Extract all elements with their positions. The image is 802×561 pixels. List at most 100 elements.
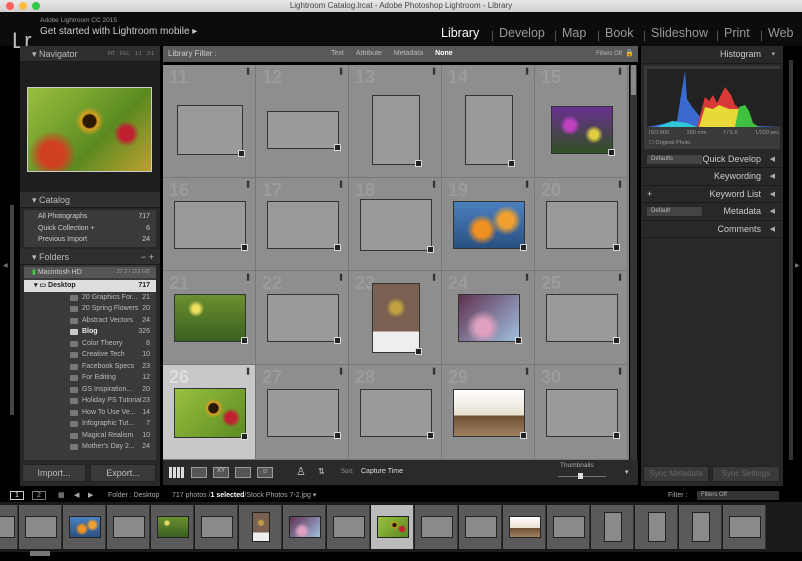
folder-item[interactable]: Creative Tech 10 — [24, 349, 156, 361]
filmstrip-thumbnail[interactable] — [327, 505, 370, 549]
main-window-button[interactable]: 1 — [10, 491, 24, 500]
grid-cell[interactable]: 12 ❚ — [256, 65, 349, 178]
module-develop[interactable]: Develop — [499, 26, 545, 40]
folder-source[interactable]: Folder : Desktop — [108, 489, 159, 502]
filmstrip-thumbnail[interactable] — [723, 505, 766, 549]
grid-cell[interactable]: 23 ❚ — [349, 271, 442, 365]
zoom-1[interactable]: FILL — [120, 51, 130, 57]
edit-badge-icon[interactable] — [333, 243, 341, 251]
folder-item[interactable]: Facebook Specs 23 — [24, 361, 156, 373]
flag-icon[interactable]: ❚ — [524, 67, 530, 75]
edit-badge-icon[interactable] — [612, 431, 620, 439]
edit-badge-icon[interactable] — [612, 337, 620, 344]
grid-scrollbar[interactable] — [630, 65, 637, 460]
filmstrip-thumbnail[interactable] — [283, 505, 326, 549]
section-metadata[interactable]: Default Metadata ◀ — [641, 203, 783, 221]
photo-thumbnail[interactable] — [550, 105, 613, 154]
flag-icon[interactable]: ❚ — [524, 367, 530, 375]
edit-badge-icon[interactable] — [507, 159, 515, 167]
section-comments[interactable]: Comments ◀ — [641, 221, 783, 238]
folder-item[interactable]: Color Theory 8 — [24, 338, 156, 350]
right-panel-toggle-icon[interactable]: ▶ — [795, 262, 800, 269]
grid-cell[interactable]: 25 ❚ — [535, 271, 628, 365]
flag-icon[interactable]: ❚ — [245, 273, 251, 281]
photo-placeholder[interactable] — [545, 294, 618, 342]
grid-cell[interactable]: 19 ❚ — [442, 178, 535, 271]
sync-metadata-button[interactable]: Sync Metadata — [643, 466, 709, 482]
folder-item[interactable]: Magical Realism 10 — [24, 430, 156, 442]
add-keyword-icon[interactable]: + — [647, 186, 652, 204]
edit-badge-icon[interactable] — [426, 245, 434, 253]
collapse-icon[interactable]: ◀ — [770, 186, 775, 204]
catalog-item[interactable]: Quick Collection + 6 — [24, 223, 156, 235]
left-scrollbar[interactable] — [10, 205, 14, 415]
grid-cell[interactable]: 21 ❚ — [163, 271, 256, 365]
grid-cell[interactable]: 18 ❚ — [349, 178, 442, 271]
filmstrip-thumbnail[interactable] — [547, 505, 590, 549]
photo-placeholder[interactable] — [359, 388, 432, 437]
photo-placeholder[interactable] — [266, 294, 339, 342]
export-button[interactable]: Export... — [90, 464, 156, 482]
section-quick-develop[interactable]: Defaults Quick Develop ◀ — [641, 151, 783, 168]
flag-icon[interactable]: ❚ — [617, 367, 623, 375]
flag-icon[interactable]: ❚ — [245, 67, 251, 75]
grid-cell[interactable]: 20 ❚ — [535, 178, 628, 271]
folder-item[interactable]: How To Use Ve... 14 — [24, 407, 156, 419]
close-button[interactable] — [6, 2, 14, 10]
flag-icon[interactable]: ❚ — [431, 367, 437, 375]
people-view-icon[interactable]: ☺ — [257, 467, 273, 478]
edit-badge-icon[interactable] — [612, 243, 620, 251]
flag-icon[interactable]: ❚ — [431, 67, 437, 75]
photo-thumbnail[interactable] — [371, 283, 420, 353]
flag-icon[interactable]: ❚ — [617, 180, 623, 188]
photo-thumbnail[interactable] — [173, 387, 246, 438]
second-window-button[interactable]: 2 — [32, 491, 46, 500]
filter-none[interactable]: None — [435, 50, 453, 57]
flag-icon[interactable]: ❚ — [338, 180, 344, 188]
sort-direction-icon[interactable]: ⇅ — [318, 467, 325, 476]
edit-badge-icon[interactable] — [426, 431, 434, 439]
photo-thumbnail[interactable] — [173, 294, 246, 342]
module-web[interactable]: Web — [768, 26, 793, 40]
zoom-0[interactable]: FIT — [108, 51, 116, 57]
filmstrip-filter-select[interactable]: Filters Off — [697, 491, 779, 500]
photo-placeholder[interactable] — [176, 104, 243, 155]
folder-item[interactable]: Mother's Day 2... 24 — [24, 441, 156, 453]
edit-badge-icon[interactable] — [514, 337, 522, 344]
flag-icon[interactable]: ❚ — [245, 367, 251, 375]
filmstrip-thumbnail[interactable] — [415, 505, 458, 549]
edit-badge-icon[interactable] — [237, 149, 245, 157]
filmstrip-thumbnail[interactable] — [239, 505, 282, 549]
flag-icon[interactable]: ❚ — [338, 367, 344, 375]
loupe-view-icon[interactable] — [191, 467, 207, 478]
preset-select[interactable]: Default — [647, 207, 702, 216]
add-folder-icon[interactable]: − + — [141, 249, 154, 264]
edit-badge-icon[interactable] — [414, 348, 422, 355]
grid-cell[interactable]: 24 ❚ — [442, 271, 535, 365]
toolbar-menu-icon[interactable]: ▾ — [625, 468, 629, 476]
flag-icon[interactable]: ❚ — [338, 273, 344, 281]
filter-attribute[interactable]: Attribute — [356, 50, 382, 57]
filmstrip-thumbnail[interactable] — [679, 505, 722, 549]
grid-cell[interactable]: 28 ❚ — [349, 365, 442, 460]
grid-view-icon[interactable]: ▦ — [58, 489, 65, 502]
edit-badge-icon[interactable] — [333, 431, 341, 439]
filmstrip-scrollbar[interactable] — [30, 551, 50, 556]
painter-icon[interactable]: ♙ — [296, 465, 306, 478]
filter-text[interactable]: Text — [331, 50, 344, 57]
grid-cell[interactable]: 29 ❚ — [442, 365, 535, 460]
flag-icon[interactable]: ❚ — [431, 180, 437, 188]
volume-row[interactable]: ▮ Macintosh HD 37.2 / 112 GB — [24, 266, 156, 278]
module-map[interactable]: Map — [562, 26, 586, 40]
minimize-button[interactable] — [19, 2, 27, 10]
forward-icon[interactable]: ▶ — [88, 489, 93, 502]
folder-item[interactable]: Infographic Tut... 7 — [24, 418, 156, 430]
photo-thumbnail[interactable] — [452, 388, 525, 437]
filmstrip-thumbnail[interactable] — [371, 505, 414, 549]
compare-view-icon[interactable]: XY — [213, 467, 229, 478]
catalog-item[interactable]: Previous Import 24 — [24, 234, 156, 246]
edit-badge-icon[interactable] — [333, 337, 341, 344]
folder-item[interactable]: Abstract Vectors 24 — [24, 315, 156, 327]
photo-placeholder[interactable] — [464, 94, 513, 165]
navigator-header[interactable]: ▾ Navigator FIT FILL 1:1 3:1 — [20, 46, 160, 62]
